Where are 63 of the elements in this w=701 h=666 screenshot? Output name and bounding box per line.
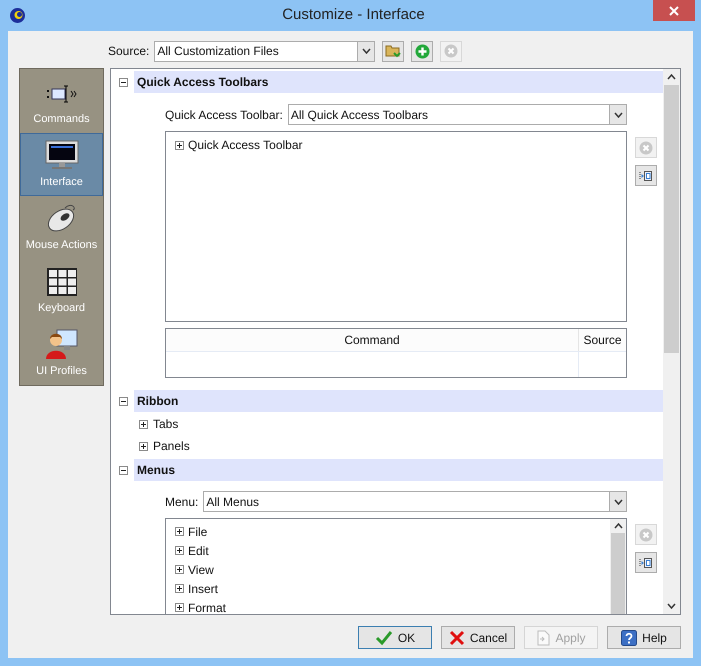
tree-item[interactable]: Quick Access Toolbar: [188, 138, 302, 152]
help-icon: [621, 630, 638, 646]
window-title: Customize - Interface: [282, 5, 425, 26]
checkmark-icon: [374, 630, 393, 646]
close-icon: [669, 6, 679, 16]
tool-button[interactable]: [382, 40, 404, 62]
tree-item[interactable]: View: [188, 562, 214, 576]
folder-icon: [385, 44, 402, 58]
expand-icon[interactable]: [175, 584, 184, 593]
sidebar-item[interactable]: Interface: [20, 133, 103, 196]
collapse-icon[interactable]: [119, 466, 128, 474]
caret-icon: [362, 48, 371, 54]
tree-item[interactable]: File: [188, 524, 208, 538]
tool-button[interactable]: [635, 552, 657, 573]
tree-item[interactable]: Format: [188, 600, 226, 614]
dialog-button[interactable]: Help: [607, 626, 681, 649]
dropdown-field[interactable]: All Quick Access Toolbars: [288, 104, 627, 125]
expand-icon[interactable]: [139, 442, 148, 450]
tree-item[interactable]: Panels: [153, 437, 190, 455]
tool-button[interactable]: [635, 165, 657, 186]
expand-icon[interactable]: [175, 140, 184, 150]
caret-icon: [614, 498, 622, 504]
source-label: Source:: [108, 43, 150, 60]
move-icon: [639, 556, 653, 570]
expand-icon[interactable]: [175, 527, 184, 536]
column-header[interactable]: Source: [579, 329, 626, 351]
document-icon: [536, 630, 550, 646]
add-icon: [414, 44, 430, 58]
remove-icon: [639, 140, 653, 154]
column-header[interactable]: Command: [166, 329, 579, 351]
user-computer-icon: [44, 328, 78, 360]
monitor-icon: [44, 138, 80, 170]
keypad-icon: [46, 266, 78, 296]
dropdown-field[interactable]: All Customization Files: [154, 40, 376, 62]
remove-icon: [639, 528, 653, 542]
section-header[interactable]: Menus: [134, 459, 663, 481]
expand-icon[interactable]: [175, 546, 184, 555]
expand-icon[interactable]: [175, 603, 184, 612]
close-button[interactable]: [653, 0, 695, 21]
close-icon: [448, 630, 465, 646]
collapse-icon[interactable]: [119, 78, 128, 86]
scrollbar[interactable]: [663, 69, 680, 614]
dialog-button[interactable]: Cancel: [441, 626, 515, 649]
caret-icon: [614, 112, 622, 118]
dropdown-field[interactable]: All Menus: [203, 491, 627, 512]
tree-item[interactable]: Edit: [188, 544, 209, 558]
tree-item[interactable]: Tabs: [153, 415, 178, 433]
app-logo-icon: [9, 7, 26, 24]
move-icon: [639, 168, 653, 182]
remove-icon: [444, 44, 458, 58]
section-header[interactable]: Quick Access Toolbars: [134, 71, 663, 93]
dialog-button[interactable]: OK: [358, 626, 432, 649]
tool-button[interactable]: [411, 40, 434, 62]
scroll-thumb[interactable]: [664, 85, 679, 353]
field-label: Menu:: [165, 494, 198, 510]
scrollbar[interactable]: [610, 519, 626, 614]
scroll-thumb[interactable]: [611, 533, 625, 614]
field-label: Quick Access Toolbar:: [165, 106, 283, 124]
collapse-icon[interactable]: [119, 396, 128, 406]
expand-icon[interactable]: [175, 565, 184, 574]
expand-icon[interactable]: [139, 420, 148, 428]
tree-item[interactable]: Insert: [188, 582, 218, 596]
section-header[interactable]: Ribbon: [134, 390, 663, 412]
